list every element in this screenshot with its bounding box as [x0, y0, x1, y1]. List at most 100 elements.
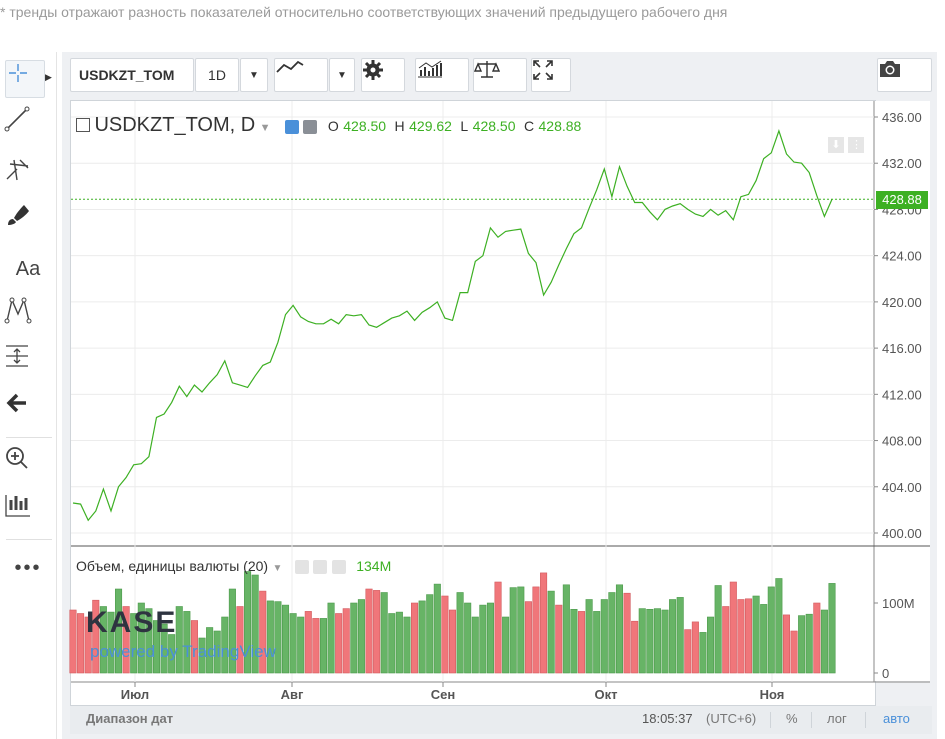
y-tick-label: 412.00 [882, 387, 922, 402]
volume-bar [441, 595, 449, 674]
volume-bar [365, 588, 373, 674]
percent-toggle[interactable]: % [786, 711, 798, 726]
volume-bar [357, 599, 365, 674]
x-tick-label: Сен [431, 687, 455, 702]
move-down-icon[interactable]: ⬇ [828, 137, 844, 153]
volume-bar [77, 613, 85, 674]
main-legend: USDKZT_TOM, D ▼ O 428.50 H 429.62 L 428.… [76, 114, 581, 137]
low-label: L [460, 118, 469, 134]
low-value: 428.50 [472, 118, 516, 134]
volume-bar [608, 592, 616, 674]
y-tick-label: 432.00 [882, 156, 922, 171]
volume-bar [805, 613, 813, 674]
close-label: C [523, 118, 535, 134]
volume-bar [760, 604, 768, 674]
volume-bar [828, 583, 836, 674]
volume-bar [547, 590, 555, 674]
volume-bar [661, 609, 669, 674]
open-value: 428.50 [343, 118, 387, 134]
volume-bar [304, 611, 312, 674]
volume-bar [486, 602, 494, 674]
y-tick-label: 400.00 [882, 526, 922, 541]
volume-bar [593, 611, 601, 674]
volume-bar [433, 583, 441, 674]
volume-tick-label: 100M [882, 596, 915, 611]
volume-bar [585, 599, 593, 674]
collapse-icon[interactable] [76, 117, 90, 132]
volume-bar [578, 611, 586, 674]
volume-bar [342, 608, 350, 674]
volume-bar [395, 611, 403, 674]
volume-bar [615, 584, 624, 674]
high-value: 429.62 [409, 118, 452, 134]
volume-bar [714, 585, 722, 674]
volume-bar [775, 578, 783, 674]
volume-bar [790, 630, 798, 674]
volume-bar [744, 598, 753, 674]
volume-bar [380, 592, 388, 674]
visibility-icon[interactable] [285, 119, 300, 134]
volume-bar [479, 604, 487, 674]
legend-dropdown-icon[interactable]: ▼ [260, 122, 271, 134]
volume-bar [350, 602, 358, 674]
y-tick-label: 424.00 [882, 249, 922, 264]
volume-bar [532, 586, 540, 674]
volume-tick-label: 0 [882, 666, 889, 681]
volume-bar [373, 590, 381, 674]
volume-bar [646, 608, 654, 674]
volume-bar [684, 629, 692, 674]
volume-bar [813, 602, 821, 674]
volume-bar [676, 597, 684, 674]
volume-legend: Объем, единицы валюты (20) ▼ 134M [76, 558, 391, 576]
volume-bar [798, 615, 806, 674]
volume-bar [653, 608, 661, 674]
y-tick-label: 420.00 [882, 295, 922, 310]
last-price-tag: 428.88 [876, 191, 928, 209]
volume-bar [289, 613, 297, 674]
x-tick-label: Окт [595, 687, 618, 702]
legend-symbol: USDKZT_TOM, D [94, 114, 256, 136]
more-info-icon[interactable]: ⋮ [848, 137, 865, 153]
auto-toggle[interactable]: авто [883, 711, 910, 726]
date-range-button[interactable]: Диапазон дат [86, 711, 173, 726]
volume-settings-icon[interactable] [313, 559, 328, 574]
volume-bar [737, 599, 745, 674]
volume-bar [729, 581, 737, 674]
volume-bar [722, 606, 730, 674]
clock-time: 18:05:37 [642, 711, 693, 726]
kase-logo: KASE [86, 606, 178, 639]
volume-value: 134M [356, 558, 392, 574]
volume-bar [820, 609, 828, 674]
timezone-label[interactable]: (UTC+6) [706, 711, 756, 726]
open-label: O [327, 118, 339, 134]
volume-bar [418, 600, 426, 674]
volume-bar [471, 616, 479, 674]
volume-bar [555, 604, 563, 674]
volume-bar [631, 620, 639, 674]
volume-dropdown-icon[interactable]: ▼ [273, 563, 283, 574]
volume-bar [767, 586, 775, 674]
log-toggle[interactable]: лог [827, 711, 847, 726]
volume-bar [691, 621, 699, 674]
legend-settings-icon[interactable] [303, 119, 318, 134]
volume-bar [600, 599, 608, 674]
volume-bar [494, 581, 502, 674]
volume-bar [638, 608, 646, 674]
y-tick-label: 416.00 [882, 341, 922, 356]
bottom-bar: Диапазон дат 18:05:37 (UTC+6) % лог авто [70, 706, 932, 734]
volume-visibility-icon[interactable] [294, 559, 309, 574]
volume-bar [752, 595, 760, 674]
volume-bar [502, 616, 510, 674]
x-tick-label: Ноя [760, 687, 785, 702]
volume-bar [699, 632, 707, 674]
volume-close-icon[interactable] [331, 559, 346, 574]
legend-arrows: ⬇ ⋮ [828, 135, 865, 153]
volume-bar [623, 592, 631, 674]
volume-bar [517, 586, 525, 674]
volume-bar [562, 584, 570, 674]
volume-bar [327, 602, 335, 674]
volume-bar [570, 608, 578, 674]
volume-bar [388, 613, 396, 674]
volume-bar [524, 601, 532, 674]
y-tick-label: 404.00 [882, 480, 922, 495]
